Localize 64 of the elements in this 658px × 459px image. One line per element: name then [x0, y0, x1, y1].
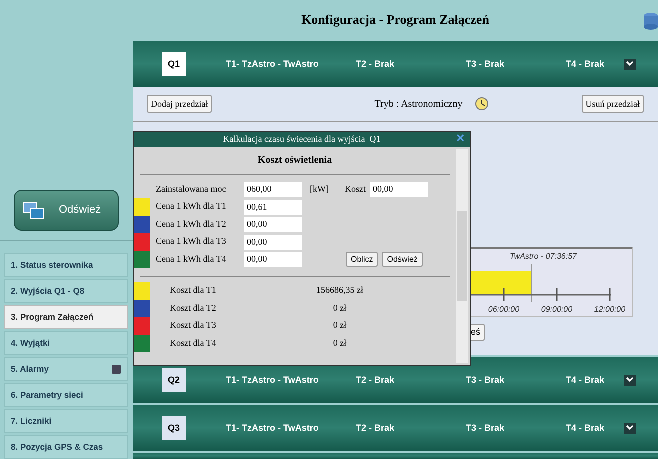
computer-icon — [23, 200, 45, 221]
field-label: Cena 1 kWh dla T2 — [156, 218, 228, 231]
chevron-icon[interactable] — [624, 58, 636, 70]
output-tab[interactable]: Q3 — [162, 416, 186, 440]
interval-label: T3 - Brak — [466, 374, 506, 387]
menu-item[interactable]: 7. Liczniki — [4, 409, 128, 433]
field-label: Cena 1 kWh dla T4 — [156, 252, 228, 266]
menu-item[interactable]: 5. Alarmy — [4, 357, 128, 381]
cost-value: 156686,35 zł — [316, 284, 364, 298]
menu-item[interactable]: 4. Wyjątki — [4, 331, 128, 355]
menu-item[interactable]: 3. Program Załączeń — [4, 305, 128, 329]
interval-label: T2 - Brak — [356, 422, 396, 435]
scrollbar[interactable] — [456, 149, 468, 364]
input-field[interactable]: 00,00 — [370, 182, 428, 198]
input-field[interactable]: 060,00 — [244, 182, 302, 198]
field-label: Cena 1 kWh dla T1 — [156, 200, 228, 214]
database-icon[interactable] — [644, 12, 658, 30]
dialog-title: Kalkulacja czasu świecenia dla wyjścia Q1 — [223, 133, 381, 146]
cost-label: Koszt dla T4 — [170, 336, 218, 350]
section-title: Koszt oświetlenia — [256, 154, 334, 168]
chevron-icon[interactable] — [624, 374, 636, 386]
interval-label: T1- TzAstro - TwAstro — [226, 374, 320, 387]
tick-label: 06:00:00 — [487, 304, 521, 316]
unit-label: [kW] — [310, 183, 329, 196]
interval-label: T4 - Brak — [566, 58, 606, 71]
marker-label: TwAstro - 07:36:57 — [510, 251, 577, 264]
tick-label: 09:00:00 — [540, 304, 574, 316]
refresh-button[interactable]: Odśwież — [14, 190, 119, 232]
cost-label: Koszt dla T1 — [170, 284, 218, 298]
menu-item[interactable]: 2. Wyjścia Q1 - Q8 — [4, 279, 128, 303]
tick-label: 12:00:00 — [593, 304, 627, 316]
input-field[interactable]: 00,00 — [244, 252, 302, 268]
menu-item[interactable]: 1. Status sterownika — [4, 253, 128, 277]
cost-value: 0 zł — [332, 319, 348, 332]
dialog-button[interactable]: Oblicz — [346, 252, 378, 268]
interval-label: T3 - Brak — [466, 58, 506, 71]
output-tab[interactable]: Q1 — [162, 52, 186, 76]
input-field[interactable]: 00,00 — [244, 217, 302, 232]
menu-item[interactable]: 6. Parametry sieci — [4, 383, 128, 407]
interval-label: T1- TzAstro - TwAstro — [226, 58, 320, 71]
remove-interval-button[interactable]: Usuń przedział — [582, 95, 644, 114]
page-title: Konfiguracja - Program Załączeń — [302, 10, 490, 29]
interval-label: T2 - Brak — [356, 374, 396, 387]
interval-label: T4 - Brak — [566, 374, 606, 387]
field-label: Zainstalowana moc — [156, 183, 228, 196]
output-tab[interactable]: Q2 — [162, 368, 186, 392]
cost-value: 0 zł — [332, 302, 348, 315]
cost-value: 0 zł — [332, 336, 348, 350]
input-field[interactable]: 00,00 — [244, 234, 302, 250]
input-field[interactable]: 00,61 — [244, 200, 302, 215]
interval-label: T2 - Brak — [356, 58, 396, 71]
chevron-icon[interactable] — [624, 422, 636, 434]
field-label: Koszt — [345, 183, 366, 196]
menu-item[interactable]: 8. Pozycja GPS & Czas — [4, 435, 128, 459]
add-interval-button[interactable]: Dodaj przedział — [147, 95, 212, 114]
field-label: Cena 1 kWh dla T3 — [156, 235, 228, 248]
cost-label: Koszt dla T2 — [170, 302, 218, 315]
cost-label: Koszt dla T3 — [170, 319, 218, 332]
interval-label: T4 - Brak — [566, 422, 606, 435]
dialog-button[interactable]: Odśwież — [382, 252, 423, 268]
mode-label: Tryb : Astronomiczny — [374, 98, 463, 112]
clock-icon[interactable] — [475, 97, 490, 112]
interval-label: T1- TzAstro - TwAstro — [226, 422, 320, 435]
interval-label: T3 - Brak — [466, 422, 506, 435]
